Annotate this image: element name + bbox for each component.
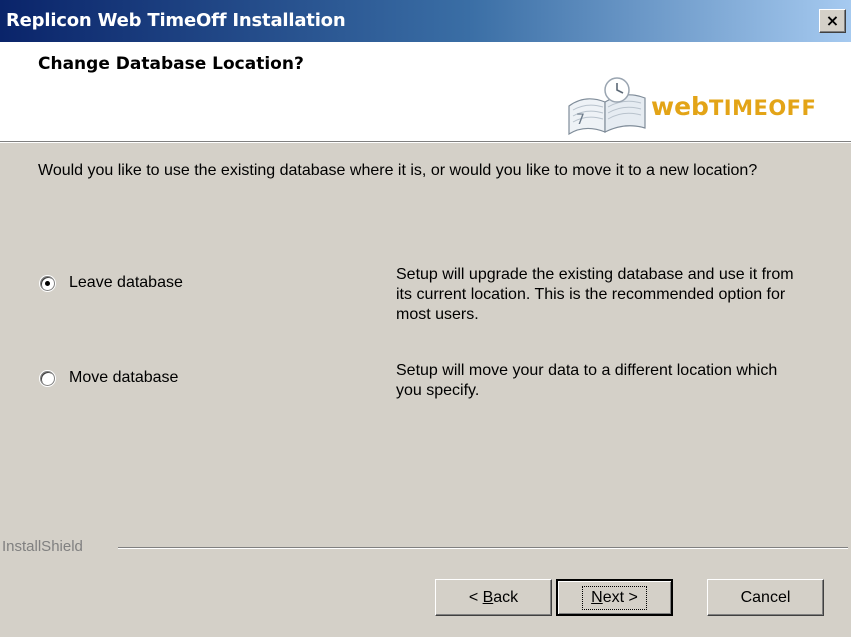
installshield-brand: InstallShield bbox=[2, 538, 83, 555]
svg-text:7: 7 bbox=[576, 112, 585, 128]
question-text: Would you like to use the existing datab… bbox=[38, 162, 758, 179]
footer-divider bbox=[118, 547, 848, 549]
title-bar[interactable]: Replicon Web TimeOff Installation × bbox=[0, 0, 851, 42]
leave-database-description: Setup will upgrade the existing database… bbox=[396, 266, 794, 323]
move-database-label[interactable]: Move database bbox=[69, 369, 178, 387]
window-title: Replicon Web TimeOff Installation bbox=[6, 10, 346, 31]
installer-window: Replicon Web TimeOff Installation × Chan… bbox=[0, 0, 851, 637]
move-database-description: Setup will move your data to a different… bbox=[396, 362, 778, 399]
leave-database-radio[interactable] bbox=[40, 275, 55, 291]
webtimeoff-logo: 7 webTIMEOFF bbox=[563, 72, 821, 140]
back-button-label: < Back bbox=[468, 588, 519, 606]
open-book-clock-icon: 7 bbox=[568, 77, 646, 136]
cancel-button-label: Cancel bbox=[740, 588, 791, 606]
next-button[interactable]: Next > bbox=[556, 579, 673, 616]
next-button-label: Next > bbox=[582, 585, 647, 610]
option-leave-database[interactable]: Leave database bbox=[40, 274, 183, 292]
move-database-radio[interactable] bbox=[40, 370, 55, 386]
option-move-database[interactable]: Move database bbox=[40, 369, 178, 387]
header-panel: Change Database Location? 7 webTIMEOFF bbox=[0, 42, 851, 143]
close-icon: × bbox=[825, 11, 840, 30]
cancel-button[interactable]: Cancel bbox=[707, 579, 824, 616]
page-title: Change Database Location? bbox=[38, 54, 304, 74]
back-button[interactable]: < Back bbox=[435, 579, 552, 616]
leave-database-label[interactable]: Leave database bbox=[69, 274, 183, 292]
close-button[interactable]: × bbox=[819, 9, 846, 33]
logo-wordmark: webTIMEOFF bbox=[651, 92, 817, 121]
